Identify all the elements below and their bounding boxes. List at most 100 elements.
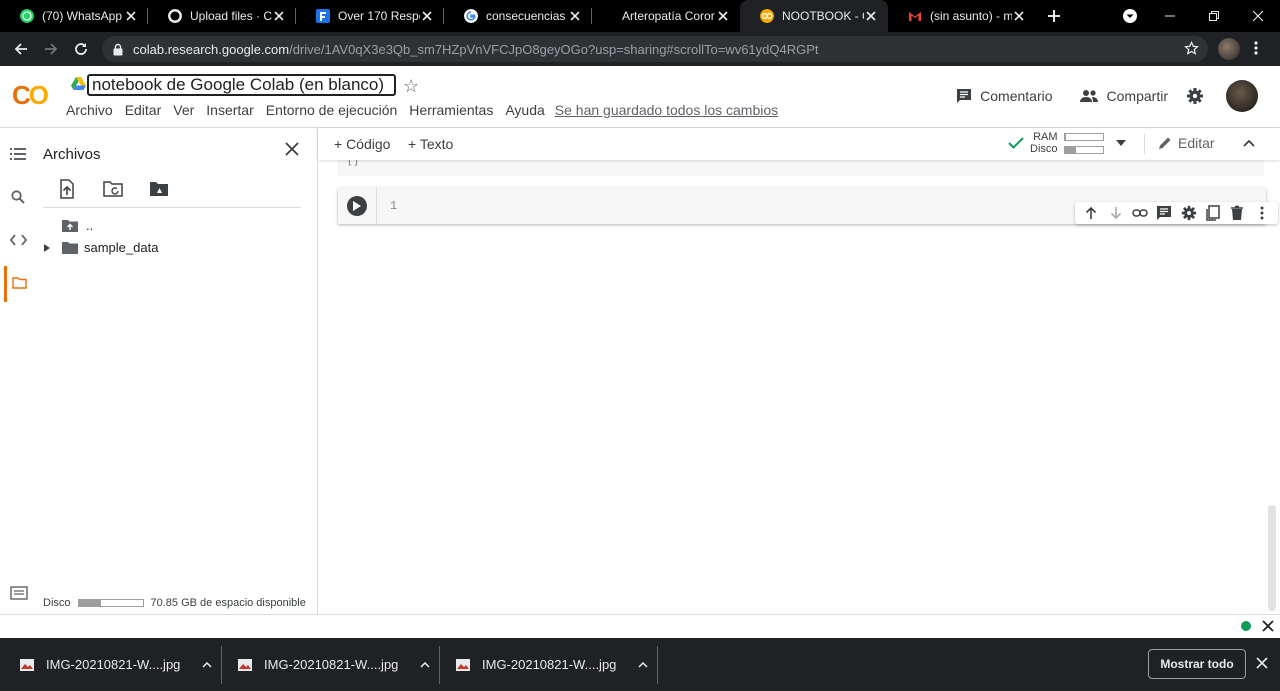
left-rail	[0, 128, 38, 614]
close-tab-icon[interactable]	[420, 9, 434, 23]
folder-name: sample_data	[84, 240, 159, 255]
kebab-menu-icon[interactable]	[1254, 205, 1270, 221]
menu-insertar[interactable]: Insertar	[200, 102, 259, 118]
saved-status-link[interactable]: Se han guardado todos los cambios	[555, 102, 778, 118]
check-icon	[1008, 137, 1024, 149]
move-down-icon[interactable]	[1108, 205, 1124, 221]
kebab-menu-icon[interactable]	[1253, 40, 1259, 56]
notebook-area: [ ] 1	[318, 160, 1280, 614]
gear-icon[interactable]	[1181, 205, 1197, 221]
tab-title: (70) WhatsApp	[42, 9, 123, 23]
folder-row-sample-data[interactable]: sample_data	[44, 240, 158, 255]
reload-icon	[75, 43, 87, 55]
comment-button[interactable]: Comentario	[956, 88, 1053, 104]
comment-icon[interactable]	[1156, 205, 1172, 221]
reload-button[interactable]	[66, 34, 96, 64]
notebook-title-input[interactable]: notebook de Google Colab (en blanco)	[87, 74, 397, 96]
close-tab-icon[interactable]	[124, 9, 138, 23]
tab-title: consecuencias de	[486, 9, 568, 23]
tab-title: Upload files · Cde	[190, 9, 272, 23]
download-item[interactable]: IMG-20210821-W....jpg	[20, 638, 212, 691]
refresh-folder-icon[interactable]	[102, 178, 124, 200]
resources-indicator[interactable]: RAM Disco	[1008, 131, 1126, 155]
menu-ver[interactable]: Ver	[167, 102, 200, 118]
vertical-scrollbar[interactable]	[1268, 505, 1276, 611]
parent-directory-row[interactable]: ..	[62, 218, 93, 233]
caret-right-icon[interactable]	[44, 243, 50, 252]
download-item[interactable]: IMG-20210821-W....jpg	[238, 638, 430, 691]
menu-entorno-ejecucion[interactable]: Entorno de ejecución	[260, 102, 404, 118]
close-icon[interactable]	[1256, 657, 1268, 669]
move-up-icon[interactable]	[1083, 205, 1099, 221]
browser-tab[interactable]: consecuencias de	[444, 0, 592, 32]
folder-icon[interactable]	[12, 277, 27, 289]
browser-tab-active[interactable]: NOOTBOOK - Col	[740, 0, 888, 32]
trash-icon[interactable]	[1229, 205, 1245, 221]
code-snippets-icon[interactable]	[10, 234, 27, 246]
back-button[interactable]	[6, 34, 36, 64]
browser-tab[interactable]: Upload files · Cde	[148, 0, 296, 32]
forward-button[interactable]	[36, 34, 66, 64]
disk-usage-bar	[77, 599, 144, 607]
bookmark-star-icon[interactable]	[1184, 41, 1199, 56]
dropdown-arrow-icon[interactable]	[1115, 140, 1126, 146]
close-icon[interactable]	[1262, 620, 1274, 632]
run-cell-button[interactable]	[347, 196, 367, 216]
link-icon[interactable]	[1132, 205, 1148, 221]
menu-editar[interactable]: Editar	[119, 102, 168, 118]
browser-tab[interactable]: Over 170 Respon	[296, 0, 444, 32]
address-bar[interactable]: colab.research.google.com/drive/1AV0qX3e…	[102, 36, 1208, 62]
close-tab-icon[interactable]	[1012, 9, 1026, 23]
ram-label: RAM	[1033, 131, 1058, 143]
connection-status-dot[interactable]	[1241, 621, 1251, 631]
mount-drive-icon[interactable]	[148, 178, 170, 200]
tab-title: NOOTBOOK - Col	[782, 9, 864, 23]
terminal-icon[interactable]	[10, 586, 28, 600]
show-all-downloads-button[interactable]: Mostrar todo	[1148, 649, 1246, 679]
add-text-button[interactable]: + Texto	[408, 136, 453, 152]
close-window-button[interactable]	[1236, 0, 1280, 32]
upload-file-icon[interactable]	[56, 178, 78, 200]
search-icon[interactable]	[11, 190, 25, 204]
close-tab-icon[interactable]	[864, 9, 878, 23]
edit-label: Editar	[1178, 135, 1215, 151]
restore-button[interactable]	[1192, 0, 1236, 32]
code-cell[interactable]: 1	[338, 188, 1278, 224]
disk-usage: Disco 70.85 GB de espacio disponible	[43, 597, 306, 609]
gmail-icon	[909, 12, 921, 21]
download-item[interactable]: IMG-20210821-W....jpg	[456, 638, 648, 691]
restore-icon	[1209, 11, 1219, 21]
close-tab-icon[interactable]	[272, 9, 286, 23]
add-code-button[interactable]: + Código	[334, 136, 390, 152]
chevron-up-icon[interactable]	[638, 661, 648, 668]
browser-tab[interactable]: (70) WhatsApp	[0, 0, 148, 32]
chevron-up-icon[interactable]	[420, 661, 430, 668]
new-tab-button[interactable]	[1038, 0, 1070, 32]
mirror-cell-icon[interactable]	[1205, 205, 1221, 221]
previous-cell-partial[interactable]: [ ]	[338, 160, 1264, 176]
close-tab-icon[interactable]	[716, 9, 730, 23]
browser-tab[interactable]: (sin asunto) - mo	[888, 0, 1036, 32]
download-filename: IMG-20210821-W....jpg	[264, 657, 399, 672]
chevron-up-icon[interactable]	[1242, 136, 1256, 150]
disk-usage-bar	[1063, 145, 1104, 154]
star-notebook-icon[interactable]: ☆	[403, 76, 419, 97]
edit-button[interactable]: Editar	[1158, 135, 1215, 151]
settings-button[interactable]	[1186, 87, 1204, 105]
tab-search-icon[interactable]	[1122, 8, 1138, 24]
browser-tab[interactable]: Arteropatía Coror	[592, 0, 740, 32]
share-button[interactable]: Compartir	[1079, 88, 1168, 104]
colab-logo[interactable]: CO	[12, 80, 49, 111]
menu-ayuda[interactable]: Ayuda	[499, 102, 550, 118]
user-avatar[interactable]	[1226, 80, 1258, 112]
minimize-button[interactable]	[1148, 0, 1192, 32]
line-number: 1	[390, 199, 398, 213]
chrome-profile-avatar[interactable]	[1218, 38, 1240, 60]
menu-herramientas[interactable]: Herramientas	[403, 102, 499, 118]
ram-usage-bar	[1063, 132, 1104, 141]
menu-archivo[interactable]: Archivo	[60, 102, 119, 118]
close-tab-icon[interactable]	[568, 9, 582, 23]
table-of-contents-icon[interactable]	[10, 147, 26, 161]
close-icon[interactable]	[285, 142, 299, 156]
chevron-up-icon[interactable]	[202, 661, 212, 668]
